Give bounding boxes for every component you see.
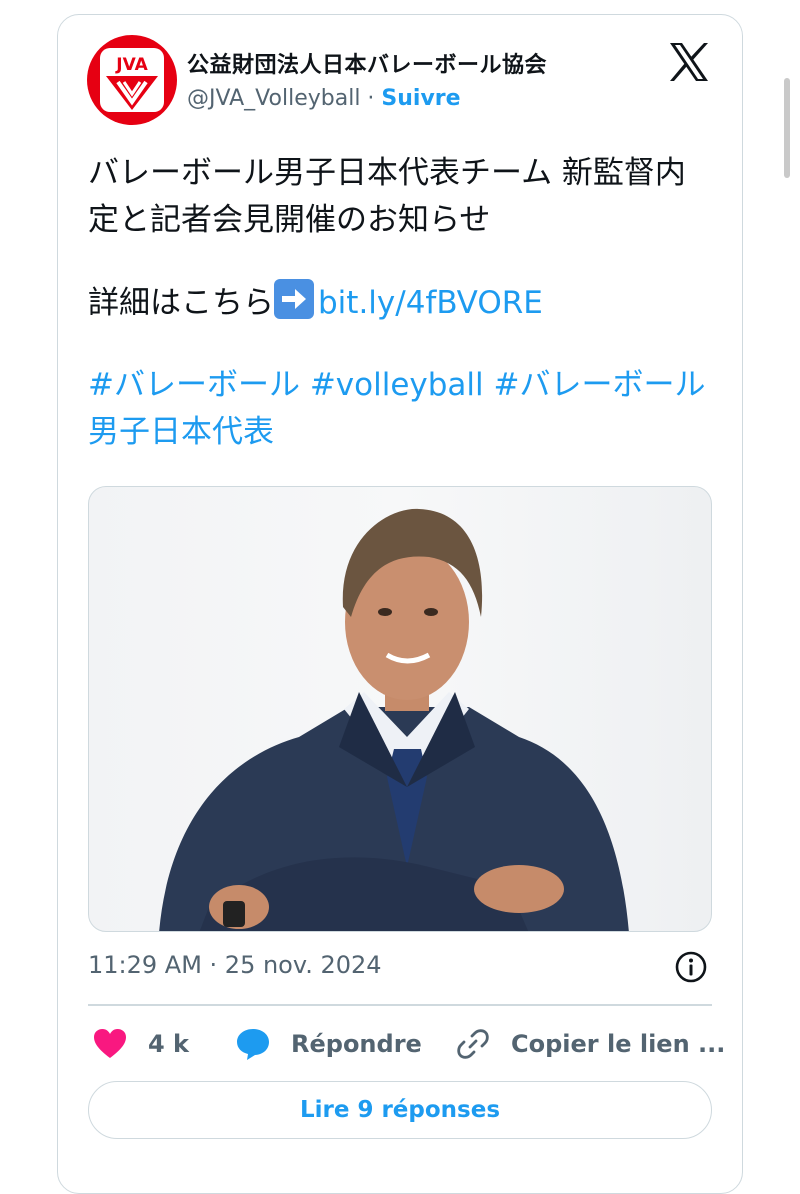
reply-button[interactable]: Répondre xyxy=(235,1024,422,1064)
handle-row: @JVA_Volleyball · Suivre xyxy=(187,86,461,111)
follow-button[interactable]: Suivre xyxy=(381,86,460,111)
copy-link-label: Copier le lien ... xyxy=(511,1030,726,1058)
handle-separator: · xyxy=(360,86,382,111)
tweet-details-line: 詳細はこちら bit.ly/4fBVORE xyxy=(88,279,708,327)
arrow-right-emoji-icon xyxy=(274,279,314,319)
heart-icon xyxy=(94,1029,126,1058)
link-icon xyxy=(457,1029,489,1059)
like-count: 4 k xyxy=(148,1030,190,1058)
divider xyxy=(88,1004,712,1006)
scrollbar[interactable] xyxy=(784,78,790,178)
copy-link-button[interactable]: Copier le lien ... xyxy=(455,1024,725,1064)
hashtags[interactable]: #バレーボール #volleyball #バレーボール男子日本代表 xyxy=(88,362,708,456)
avatar[interactable]: JVA xyxy=(87,35,177,125)
read-replies-button[interactable]: Lire 9 réponses xyxy=(88,1081,712,1139)
avatar-text: JVA xyxy=(115,55,148,75)
tweet-text: バレーボール男子日本代表チーム 新監督内定と記者会見開催のお知らせ 詳細はこちら… xyxy=(88,150,708,456)
author-name[interactable]: 公益財団法人日本バレーボール協会 xyxy=(187,47,547,79)
jva-logo-icon: JVA xyxy=(100,48,164,112)
speech-bubble-icon xyxy=(237,1029,269,1060)
tweet-timestamp[interactable]: 11:29 AM · 25 nov. 2024 xyxy=(88,951,382,979)
tweet-image[interactable] xyxy=(88,486,712,932)
tweet-link[interactable]: bit.ly/4fBVORE xyxy=(318,285,543,321)
like-button[interactable]: 4 k xyxy=(92,1024,189,1064)
tweet-line: バレーボール男子日本代表チーム 新監督内定と記者会見開催のお知らせ xyxy=(88,155,686,238)
x-logo-icon[interactable] xyxy=(668,42,710,82)
info-icon[interactable] xyxy=(674,950,708,984)
reply-label: Répondre xyxy=(291,1030,422,1058)
author-handle[interactable]: @JVA_Volleyball xyxy=(187,86,360,111)
details-prefix: 詳細はこちら xyxy=(88,285,274,321)
photo-of-man-in-suit xyxy=(159,508,629,931)
